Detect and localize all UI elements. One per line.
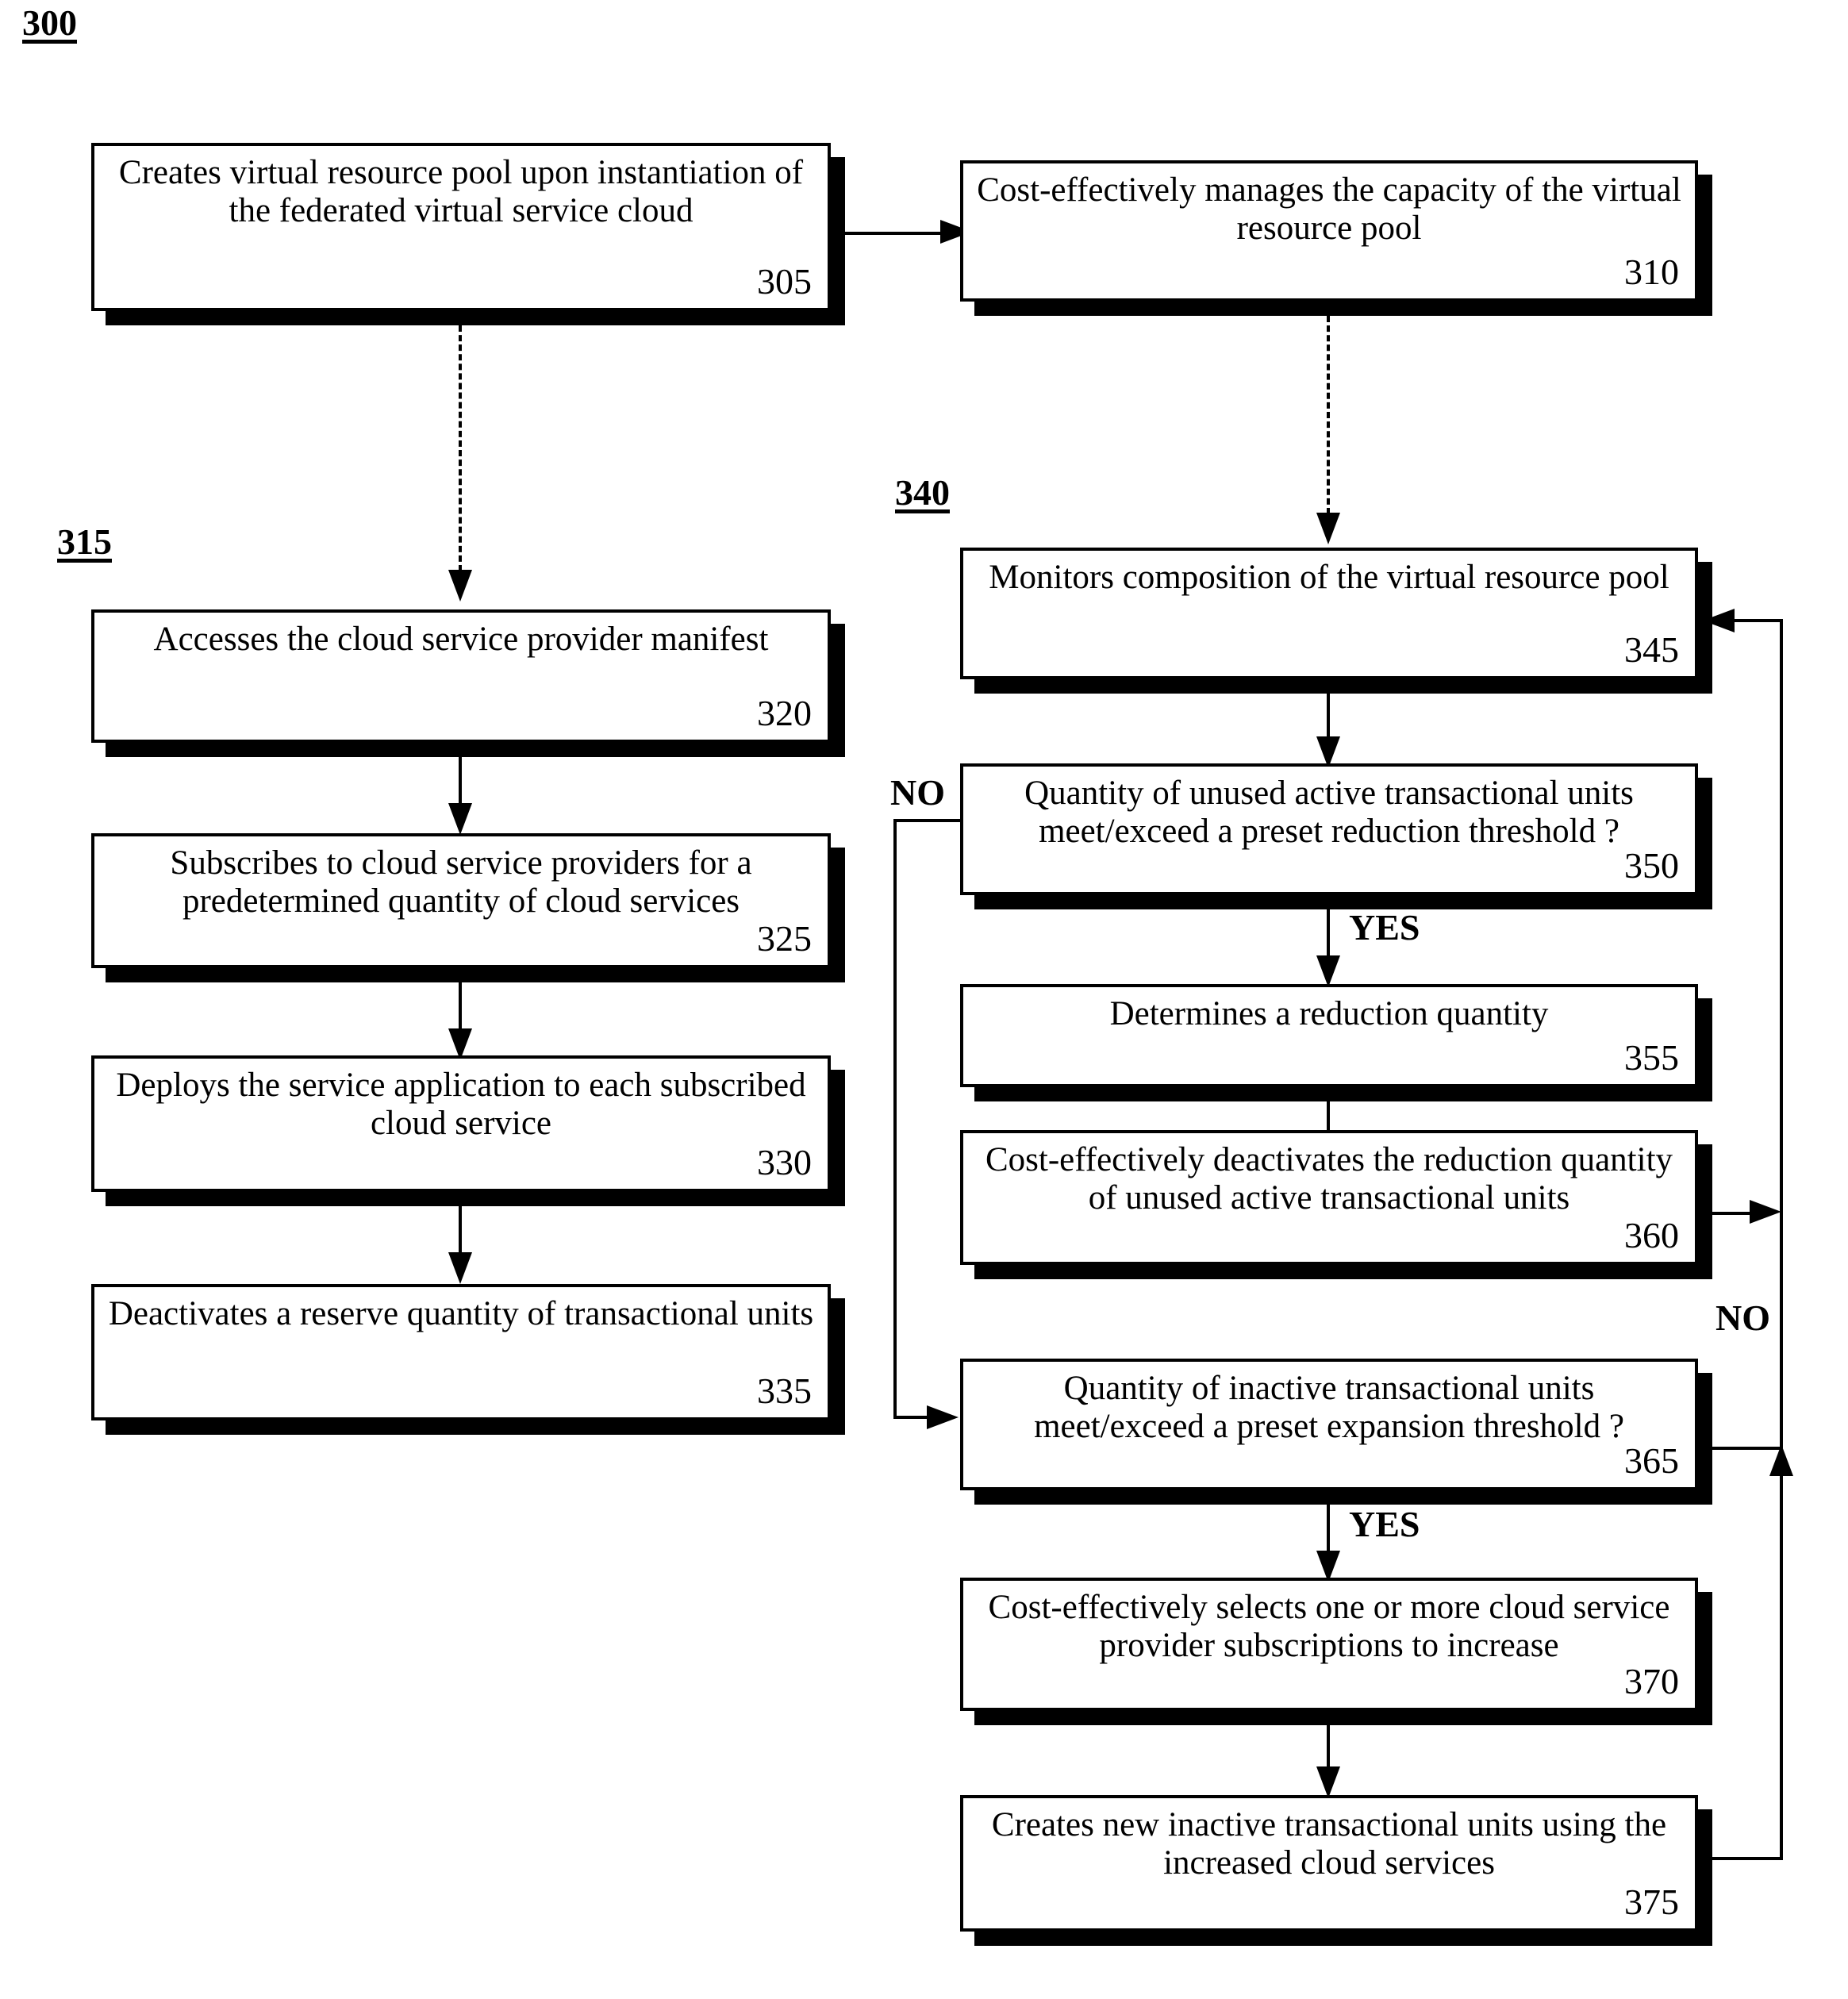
process-box-375-number: 375 (1624, 1882, 1679, 1922)
process-box-360[interactable]: Cost-effectively deactivates the reducti… (960, 1130, 1698, 1265)
branch-label-no-350: NO (890, 772, 945, 813)
connector-375-feedback-line (1712, 1857, 1782, 1860)
connector-360-to-riser-line (1712, 1212, 1752, 1215)
connector-310-to-345-arrowhead (1316, 513, 1340, 544)
connector-305-to-310-line (845, 232, 947, 235)
process-box-375-text: Creates new inactive transactional units… (991, 1806, 1667, 1882)
connector-350-yes-arrowhead (1316, 955, 1340, 987)
group-label-315: 315 (57, 521, 112, 562)
process-box-345-number: 345 (1624, 629, 1679, 670)
connector-350-no-seg-left (893, 819, 963, 822)
connector-305-to-320-arrowhead (448, 570, 472, 602)
process-box-375[interactable]: Creates new inactive transactional units… (960, 1795, 1698, 1932)
branch-label-yes-365: YES (1349, 1504, 1420, 1544)
process-box-310-number: 310 (1624, 252, 1679, 292)
connector-310-to-345-dashed (1327, 316, 1330, 514)
decision-box-365[interactable]: Quantity of inactive transactional units… (960, 1359, 1698, 1490)
process-box-360-number: 360 (1624, 1215, 1679, 1255)
process-box-325-text: Subscribes to cloud service providers fo… (170, 844, 752, 921)
process-box-320[interactable]: Accesses the cloud service provider mani… (91, 609, 831, 743)
process-box-325-number: 325 (757, 918, 812, 959)
connector-370-to-375-arrowhead (1316, 1766, 1340, 1798)
feedback-riser-to-345-arrowhead (1703, 609, 1735, 632)
group-label-340: 340 (895, 472, 950, 513)
process-box-355-text: Determines a reduction quantity (1109, 995, 1549, 1032)
connector-365-yes-line (1327, 1505, 1330, 1557)
connector-375-feedback-arrowhead (1769, 1444, 1793, 1476)
process-box-305-text: Creates virtual resource pool upon insta… (118, 154, 804, 230)
process-box-310-text: Cost-effectively manages the capacity of… (977, 171, 1681, 248)
process-box-330[interactable]: Deploys the service application to each … (91, 1055, 831, 1192)
feedback-riser-vertical (1780, 619, 1783, 1448)
process-box-345[interactable]: Monitors composition of the virtual reso… (960, 548, 1698, 679)
flowchart-canvas: 300 315 340 Creates virtual resource poo… (0, 0, 1848, 1999)
connector-320-to-325-line (459, 757, 462, 809)
decision-box-365-number: 365 (1624, 1440, 1679, 1481)
connector-345-to-350-line (1327, 694, 1330, 743)
process-box-325[interactable]: Subscribes to cloud service providers fo… (91, 833, 831, 968)
process-box-305-number: 305 (757, 261, 812, 302)
decision-box-350-text: Quantity of unused active transactional … (1024, 775, 1634, 851)
connector-350-no-seg-down (893, 819, 897, 1419)
process-box-335[interactable]: Deactivates a reserve quantity of transa… (91, 1284, 831, 1420)
connector-330-to-335-arrowhead (448, 1252, 472, 1284)
decision-box-350[interactable]: Quantity of unused active transactional … (960, 763, 1698, 895)
process-box-310[interactable]: Cost-effectively manages the capacity of… (960, 160, 1698, 302)
decision-box-350-number: 350 (1624, 845, 1679, 886)
process-box-330-text: Deploys the service application to each … (116, 1067, 806, 1143)
connector-375-feedback-riser (1780, 1473, 1783, 1860)
connector-325-to-330-line (459, 982, 462, 1035)
process-box-370-text: Cost-effectively selects one or more clo… (988, 1589, 1670, 1665)
branch-label-yes-350: YES (1349, 907, 1420, 948)
connector-350-no-arrowhead (927, 1405, 959, 1429)
process-box-320-number: 320 (757, 693, 812, 733)
branch-label-no-365: NO (1715, 1297, 1770, 1338)
connector-360-to-riser-arrowhead (1750, 1200, 1781, 1224)
connector-305-to-320-dashed (459, 325, 462, 571)
process-box-360-text: Cost-effectively deactivates the reducti… (985, 1141, 1673, 1217)
connector-320-to-325-arrowhead (448, 803, 472, 835)
process-box-345-text: Monitors composition of the virtual reso… (989, 559, 1669, 596)
process-box-335-text: Deactivates a reserve quantity of transa… (108, 1295, 814, 1332)
process-box-305[interactable]: Creates virtual resource pool upon insta… (91, 143, 831, 311)
figure-number-300: 300 (22, 2, 77, 43)
process-box-320-text: Accesses the cloud service provider mani… (153, 621, 769, 658)
connector-370-to-375-line (1327, 1725, 1330, 1773)
process-box-370[interactable]: Cost-effectively selects one or more clo… (960, 1578, 1698, 1711)
connector-350-yes-line (1327, 909, 1330, 962)
process-box-370-number: 370 (1624, 1661, 1679, 1701)
process-box-330-number: 330 (757, 1142, 812, 1182)
connector-350-no-seg-into-365 (893, 1416, 927, 1419)
decision-box-365-text: Quantity of inactive transactional units… (1034, 1370, 1624, 1446)
process-box-355[interactable]: Determines a reduction quantity 355 (960, 984, 1698, 1087)
process-box-355-number: 355 (1624, 1037, 1679, 1078)
process-box-335-number: 335 (757, 1370, 812, 1411)
